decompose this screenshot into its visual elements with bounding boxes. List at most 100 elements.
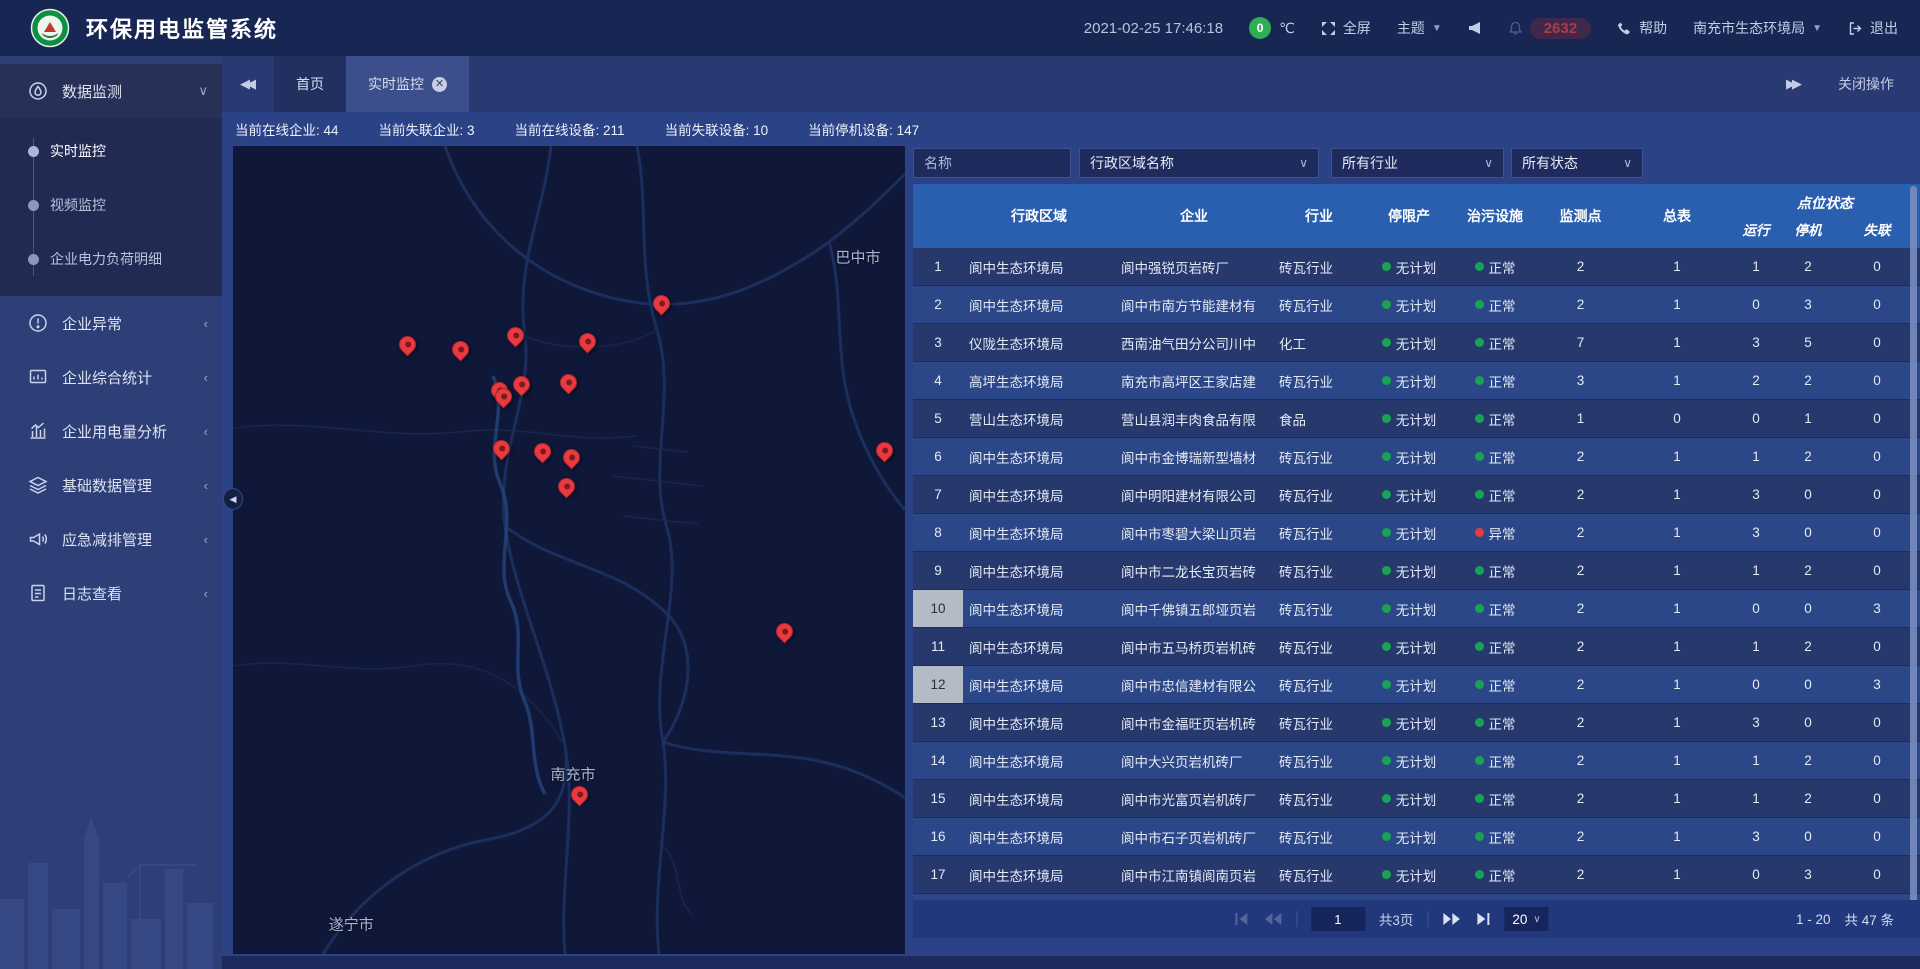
fullscreen-button[interactable]: 全屏 bbox=[1321, 18, 1371, 38]
stop-cell: 0 bbox=[1782, 818, 1834, 855]
sidebar-item-enterprise-abnormal[interactable]: 企业异常‹ bbox=[0, 296, 222, 350]
table-row[interactable]: 16阆中生态环境局阆中市石子页岩机砖厂砖瓦行业无计划正常21300 bbox=[913, 818, 1920, 856]
close-icon[interactable]: ✕ bbox=[432, 77, 447, 92]
sidebar-subitem[interactable]: 视频监控 bbox=[0, 178, 222, 232]
status-dot-icon bbox=[1475, 490, 1484, 499]
production-status-cell: 无计划 bbox=[1365, 324, 1453, 361]
facility-status-cell: 正常 bbox=[1453, 552, 1537, 589]
sidebar-item-logs[interactable]: 日志查看‹ bbox=[0, 566, 222, 620]
table-row[interactable]: 5营山生态环境局营山县润丰肉食品有限食品无计划正常10010 bbox=[913, 400, 1920, 438]
table-row[interactable]: 7阆中生态环境局阆中明阳建材有限公司砖瓦行业无计划正常21300 bbox=[913, 476, 1920, 514]
table-row[interactable]: 15阆中生态环境局阆中市光富页岩机砖厂砖瓦行业无计划正常21120 bbox=[913, 780, 1920, 818]
sidebar-item-data-monitor[interactable]: 数据监测 ∨ bbox=[0, 64, 222, 118]
sidebar-item-base-data[interactable]: 基础数据管理‹ bbox=[0, 458, 222, 512]
region-filter-select[interactable]: 行政区域名称 ∨ bbox=[1079, 148, 1319, 178]
chevron-down-icon: ∨ bbox=[198, 83, 208, 99]
status-dot-icon bbox=[1475, 452, 1484, 461]
bullet-dot-icon bbox=[28, 254, 39, 265]
sidebar-subitem[interactable]: 企业电力负荷明细 bbox=[0, 232, 222, 286]
table-row[interactable]: 17阆中生态环境局阆中市江南镇阆南页岩砖瓦行业无计划正常21030 bbox=[913, 856, 1920, 894]
org-dropdown[interactable]: 南充市生态环境局 ▼ bbox=[1693, 18, 1822, 38]
first-page-button[interactable] bbox=[1234, 912, 1250, 926]
stop-cell: 3 bbox=[1782, 286, 1834, 323]
table-row[interactable]: 12阆中生态环境局阆中市忠信建材有限公砖瓦行业无计划正常21003 bbox=[913, 666, 1920, 704]
region-cell: 阆中生态环境局 bbox=[963, 514, 1115, 551]
facility-status-cell: 正常 bbox=[1453, 628, 1537, 665]
table-scrollbar[interactable] bbox=[1910, 186, 1917, 932]
prev-page-button[interactable] bbox=[1264, 912, 1282, 926]
sidebar-item-power-analysis[interactable]: 企业用电量分析‹ bbox=[0, 404, 222, 458]
stop-cell: 2 bbox=[1782, 628, 1834, 665]
close-operations-button[interactable]: 关闭操作 bbox=[1838, 74, 1894, 94]
facility-status-cell: 正常 bbox=[1453, 324, 1537, 361]
tab-active[interactable]: 实时监控 ✕ bbox=[346, 56, 469, 112]
table-row[interactable]: 6阆中生态环境局阆中市金博瑞新型墙材砖瓦行业无计划正常21120 bbox=[913, 438, 1920, 476]
map-panel[interactable]: 巴中市南充市遂宁市 bbox=[233, 146, 905, 954]
notifications[interactable]: 2632 bbox=[1508, 18, 1591, 39]
table-row[interactable]: 9阆中生态环境局阆中市二龙长宝页岩砖砖瓦行业无计划正常21120 bbox=[913, 552, 1920, 590]
tabs-scroll-right-icon[interactable]: ▶▶ bbox=[1786, 76, 1798, 92]
tab-label: 实时监控 bbox=[368, 74, 424, 94]
table-panel: 行政区域名称 ∨ 所有行业 ∨ 所有状态 ∨ 行政区域 企业 行业 停限产 治污… bbox=[913, 146, 1920, 954]
table-row[interactable]: 2阆中生态环境局阆中市南方节能建材有砖瓦行业无计划正常21030 bbox=[913, 286, 1920, 324]
help-button[interactable]: 帮助 bbox=[1617, 18, 1667, 38]
industry-cell: 砖瓦行业 bbox=[1273, 742, 1365, 779]
sidebar-item-emergency[interactable]: 应急减排管理‹ bbox=[0, 512, 222, 566]
points-cell: 2 bbox=[1537, 552, 1624, 589]
company-cell: 阆中市忠信建材有限公 bbox=[1115, 666, 1273, 703]
production-status-cell: 无计划 bbox=[1365, 400, 1453, 437]
run-cell: 2 bbox=[1730, 362, 1782, 399]
production-status-cell: 无计划 bbox=[1365, 742, 1453, 779]
sidebar-item-label: 企业综合统计 bbox=[62, 367, 152, 388]
table-row[interactable]: 3仪陇生态环境局西南油气田分公司川中化工无计划正常71350 bbox=[913, 324, 1920, 362]
phone-icon bbox=[1617, 21, 1632, 36]
table-row[interactable]: 4高坪生态环境局南充市高坪区王家店建砖瓦行业无计划正常31220 bbox=[913, 362, 1920, 400]
run-cell: 0 bbox=[1730, 286, 1782, 323]
points-cell: 2 bbox=[1537, 704, 1624, 741]
name-filter-input[interactable] bbox=[914, 149, 1070, 177]
run-cell: 3 bbox=[1730, 818, 1782, 855]
speaker-mute-icon[interactable] bbox=[1468, 21, 1482, 35]
theme-dropdown[interactable]: 主题 ▼ bbox=[1397, 18, 1442, 38]
status-dot-icon bbox=[1382, 414, 1391, 423]
sidebar-submenu: 实时监控视频监控企业电力负荷明细 bbox=[0, 118, 222, 296]
sidebar-subitem-label: 视频监控 bbox=[50, 195, 106, 215]
map-collapse-toggle[interactable]: ◀ bbox=[223, 488, 243, 510]
sidebar-item-enterprise-stats[interactable]: 企业综合统计‹ bbox=[0, 350, 222, 404]
table-row[interactable]: 1阆中生态环境局阆中强锐页岩砖厂砖瓦行业无计划正常21120 bbox=[913, 248, 1920, 286]
stop-cell: 2 bbox=[1782, 362, 1834, 399]
last-page-button[interactable] bbox=[1474, 912, 1490, 926]
meters-cell: 1 bbox=[1624, 742, 1730, 779]
sidebar-item-label: 企业用电量分析 bbox=[62, 421, 167, 442]
page-input[interactable] bbox=[1311, 907, 1365, 931]
tab-item[interactable]: 首页 bbox=[274, 56, 346, 112]
col-lost: 失联 bbox=[1834, 219, 1920, 239]
table-row[interactable]: 10阆中生态环境局阆中千佛镇五郎垭页岩砖瓦行业无计划正常21003 bbox=[913, 590, 1920, 628]
table-row[interactable]: 11阆中生态环境局阆中市五马桥页岩机砖砖瓦行业无计划正常21120 bbox=[913, 628, 1920, 666]
tabs-scroll-left-icon[interactable]: ◀◀ bbox=[240, 76, 252, 92]
next-page-button[interactable] bbox=[1442, 912, 1460, 926]
table-row[interactable]: 13阆中生态环境局阆中市金福旺页岩机砖砖瓦行业无计划正常21300 bbox=[913, 704, 1920, 742]
sidebar-subitem[interactable]: 实时监控 bbox=[0, 124, 222, 178]
sidebar-item-label: 数据监测 bbox=[62, 81, 122, 102]
status-filter-select[interactable]: 所有状态 ∨ bbox=[1511, 148, 1643, 178]
page-size-select[interactable]: 20 ∨ bbox=[1504, 907, 1548, 931]
production-status-cell: 无计划 bbox=[1365, 476, 1453, 513]
region-cell: 阆中生态环境局 bbox=[963, 248, 1115, 285]
production-status-cell: 无计划 bbox=[1365, 552, 1453, 589]
row-index-cell: 15 bbox=[913, 780, 963, 817]
run-cell: 0 bbox=[1730, 400, 1782, 437]
points-cell: 3 bbox=[1537, 362, 1624, 399]
lost-cell: 3 bbox=[1834, 666, 1920, 703]
pagination-bar: 共3页 20 ∨ 1 - 20 共 47 条 bbox=[913, 900, 1920, 938]
industry-filter-select[interactable]: 所有行业 ∨ bbox=[1331, 148, 1504, 178]
table-row[interactable]: 14阆中生态环境局阆中大兴页岩机砖厂砖瓦行业无计划正常21120 bbox=[913, 742, 1920, 780]
points-cell: 2 bbox=[1537, 856, 1624, 893]
region-cell: 阆中生态环境局 bbox=[963, 856, 1115, 893]
status-dot-icon bbox=[1475, 718, 1484, 727]
points-cell: 2 bbox=[1537, 514, 1624, 551]
col-run: 运行 bbox=[1730, 219, 1782, 239]
table-row[interactable]: 8阆中生态环境局阆中市枣碧大梁山页岩砖瓦行业无计划异常21300 bbox=[913, 514, 1920, 552]
logout-button[interactable]: 退出 bbox=[1848, 18, 1898, 38]
industry-cell: 化工 bbox=[1273, 324, 1365, 361]
